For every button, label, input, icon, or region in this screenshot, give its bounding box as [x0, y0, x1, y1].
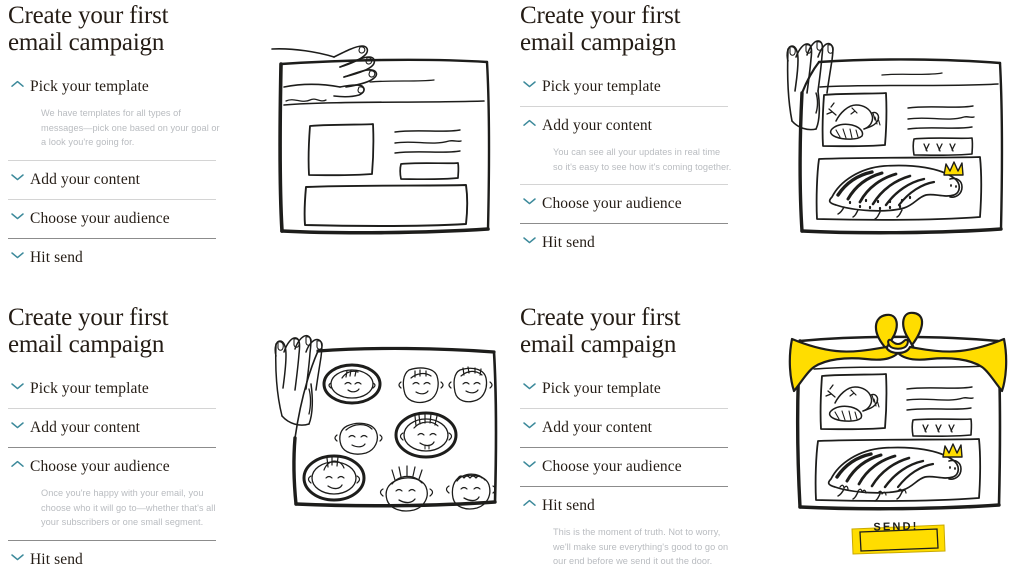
accordion-item-hit-send[interactable]: Hit send [8, 541, 216, 576]
accordion-header[interactable]: Add your content [520, 409, 728, 447]
illustration-audience-faces-grid [258, 290, 512, 576]
accordion-item-add-your-content[interactable]: Add your content [8, 409, 216, 448]
accordion-4: Create your first email campaign Pick yo… [512, 290, 770, 576]
chevron-down-icon[interactable] [8, 421, 30, 429]
chevron-up-icon[interactable] [520, 119, 542, 127]
page-title: Create your first email campaign [8, 2, 169, 56]
accordion-list-3: Pick your template Add your content Choo… [8, 370, 216, 576]
chevron-down-icon[interactable] [520, 197, 542, 205]
accordion-header[interactable]: Choose your audience [8, 448, 216, 486]
accordion-item-body: We have templates for all types of messa… [41, 108, 220, 147]
accordion-item-body: This is the moment of truth. Not to worr… [553, 527, 729, 566]
accordion-item-label: Hit send [30, 550, 83, 568]
accordion-item-body: You can see all your updates in real tim… [553, 147, 732, 172]
accordion-item-body: Once you're happy with your email, you c… [41, 488, 216, 527]
accordion-item-choose-your-audience[interactable]: Choose your audience Once you're happy w… [8, 448, 216, 541]
accordion-item-label: Choose your audience [30, 458, 170, 475]
panel-choose-your-audience: Create your first email campaign Pick yo… [0, 290, 512, 576]
accordion-item-label: Choose your audience [542, 195, 682, 212]
illustration-wireframe-empty-template [258, 0, 512, 290]
accordion-list-2: Pick your template Add your content You … [520, 68, 731, 262]
accordion-item-label: Pick your template [542, 78, 661, 95]
chevron-down-icon[interactable] [520, 80, 542, 88]
page-title: Create your first email campaign [520, 2, 681, 56]
send-button-shape [851, 524, 946, 555]
accordion-header[interactable]: Hit send [520, 224, 728, 262]
accordion-item-label: Choose your audience [30, 209, 170, 227]
page-title: Create your first email campaign [8, 304, 169, 358]
accordion-1: Create your first email campaign Pick yo… [0, 0, 258, 290]
accordion-header[interactable]: Choose your audience [520, 448, 728, 486]
accordion-item-label: Hit send [542, 234, 595, 251]
accordion-header[interactable]: Choose your audience [520, 185, 728, 223]
accordion-header[interactable]: Hit send [8, 541, 216, 576]
accordion-item-pick-your-template[interactable]: Pick your template [520, 370, 728, 409]
chevron-up-icon[interactable] [520, 499, 542, 507]
chevron-down-icon[interactable] [8, 553, 30, 561]
accordion-header[interactable]: Add your content [8, 409, 216, 447]
panel-grid: Create your first email campaign Pick yo… [0, 0, 1024, 576]
panel-add-your-content: Create your first email campaign Pick yo… [512, 0, 1024, 290]
chevron-down-icon[interactable] [8, 251, 30, 259]
accordion-item-choose-your-audience[interactable]: Choose your audience [520, 448, 728, 487]
accordion-header[interactable]: Pick your template [8, 68, 216, 106]
accordion-header[interactable]: Hit send [8, 239, 216, 277]
accordion-list-1: Pick your template We have templates for… [8, 68, 220, 277]
accordion-item-pick-your-template[interactable]: Pick your template [8, 370, 216, 409]
accordion-2: Create your first email campaign Pick yo… [512, 0, 770, 290]
chevron-up-icon[interactable] [8, 80, 30, 88]
chevron-down-icon[interactable] [8, 173, 30, 181]
accordion-item-label: Pick your template [30, 380, 149, 397]
accordion-item-label: Add your content [30, 170, 141, 188]
accordion-item-pick-your-template[interactable]: Pick your template [520, 68, 728, 107]
accordion-header[interactable]: Add your content [520, 107, 728, 145]
accordion-item-label: Pick your template [30, 78, 149, 95]
chevron-down-icon[interactable] [520, 421, 542, 429]
accordion-3: Create your first email campaign Pick yo… [0, 290, 258, 576]
accordion-header[interactable]: Pick your template [520, 68, 728, 106]
panel-pick-your-template: Create your first email campaign Pick yo… [0, 0, 512, 290]
accordion-item-add-your-content[interactable]: Add your content You can see all your up… [520, 107, 731, 185]
accordion-item-choose-your-audience[interactable]: Choose your audience [8, 200, 216, 239]
accordion-item-hit-send[interactable]: Hit send [8, 239, 216, 277]
accordion-item-pick-your-template[interactable]: Pick your template We have templates for… [8, 68, 220, 161]
accordion-item-label: Choose your audience [542, 458, 682, 475]
accordion-header[interactable]: Hit send [520, 487, 728, 525]
illustration-gift-wrapped-email-send: SEND! [770, 290, 1024, 576]
chevron-down-icon[interactable] [520, 236, 542, 244]
chevron-down-icon[interactable] [8, 382, 30, 390]
accordion-item-hit-send[interactable]: Hit send This is the moment of truth. No… [520, 487, 728, 576]
accordion-item-add-your-content[interactable]: Add your content [520, 409, 728, 448]
accordion-item-label: Hit send [542, 497, 595, 514]
accordion-item-label: Add your content [30, 419, 141, 436]
panel-hit-send: Create your first email campaign Pick yo… [512, 290, 1024, 576]
chevron-up-icon[interactable] [8, 460, 30, 468]
accordion-item-label: Hit send [30, 248, 83, 266]
accordion-list-4: Pick your template Add your content Choo… [520, 370, 728, 576]
accordion-item-label: Add your content [542, 419, 653, 436]
accordion-header[interactable]: Pick your template [8, 370, 216, 408]
accordion-item-choose-your-audience[interactable]: Choose your audience [520, 185, 728, 224]
chevron-down-icon[interactable] [520, 460, 542, 468]
accordion-item-hit-send[interactable]: Hit send [520, 224, 728, 262]
chevron-down-icon[interactable] [520, 382, 542, 390]
accordion-header[interactable]: Choose your audience [8, 200, 216, 238]
page-title: Create your first email campaign [520, 304, 681, 358]
chevron-down-icon[interactable] [8, 212, 30, 220]
accordion-item-add-your-content[interactable]: Add your content [8, 161, 216, 200]
accordion-header[interactable]: Add your content [8, 161, 216, 199]
accordion-item-label: Pick your template [542, 380, 661, 397]
accordion-item-label: Add your content [542, 117, 653, 134]
illustration-wireframe-filled-content [770, 0, 1024, 290]
accordion-header[interactable]: Pick your template [520, 370, 728, 408]
